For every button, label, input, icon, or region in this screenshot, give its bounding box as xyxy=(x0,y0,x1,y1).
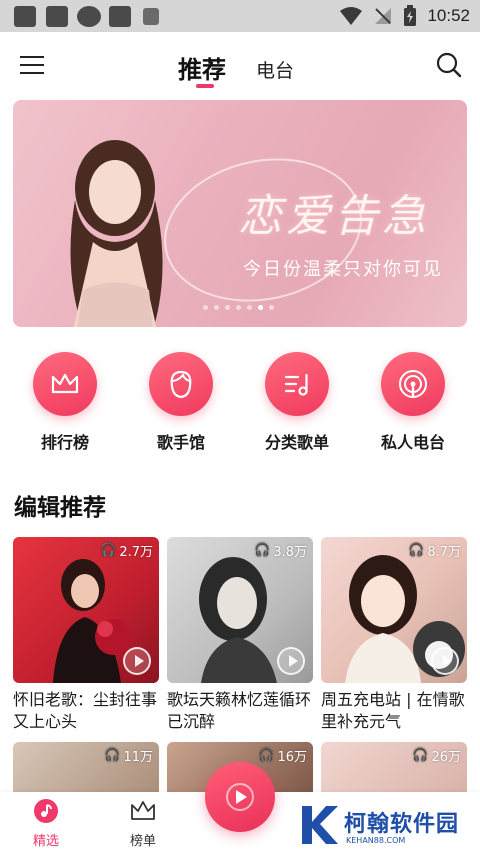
banner-pagination xyxy=(203,305,274,310)
singer-face-icon xyxy=(170,370,192,399)
entry-singers-label: 歌手馆 xyxy=(156,433,205,452)
play-count: 🎧 26万 xyxy=(412,748,461,765)
watermark-logo xyxy=(302,806,338,844)
pagination-dot xyxy=(203,305,208,310)
section-title: 编辑推荐 xyxy=(14,495,106,521)
nav-featured[interactable]: 精选 xyxy=(16,798,76,849)
entry-personal-radio-label: 私人电台 xyxy=(380,433,445,452)
pagination-dot xyxy=(225,305,230,310)
pagination-dot xyxy=(236,305,241,310)
play-count: 🎧 8.7万 xyxy=(408,543,461,560)
nav-charts-label: 榜单 xyxy=(129,834,156,849)
entry-playlists-label: 分类歌单 xyxy=(264,433,329,452)
play-count: 🎧 2.7万 xyxy=(100,543,153,560)
pagination-dot xyxy=(247,305,252,310)
status-bar: 10:52 xyxy=(0,0,480,32)
banner-portrait xyxy=(70,140,163,327)
search-icon[interactable] xyxy=(436,52,462,78)
signal-icon xyxy=(375,8,392,24)
tab-indicator xyxy=(196,84,214,88)
battery-icon xyxy=(404,5,417,26)
clock: 10:52 xyxy=(427,6,470,25)
playlist-cover: 🎧 2.7万 xyxy=(13,537,159,683)
top-nav: 推荐 电台 xyxy=(0,32,480,96)
tab-radio[interactable]: 电台 xyxy=(256,56,294,83)
playlist-cover: 🎧 3.8万 xyxy=(167,537,313,683)
music-note-icon xyxy=(34,799,58,823)
banner-title: 恋爱告急 xyxy=(238,191,430,242)
banner-subtitle: 今日份温柔只对你可见 xyxy=(243,259,443,280)
crown-icon xyxy=(131,801,155,820)
banner[interactable]: 恋爱告急 今日份温柔只对你可见 xyxy=(13,100,467,327)
tab-recommend[interactable]: 推荐 xyxy=(178,50,226,85)
crown-icon xyxy=(51,373,79,394)
radio-icon xyxy=(399,370,427,398)
headphones-icon: 🎧 xyxy=(258,748,275,763)
entry-personal-radio[interactable]: 私人电台 xyxy=(363,352,463,452)
now-playing-button[interactable] xyxy=(205,762,275,832)
headphones-icon: 🎧 xyxy=(100,543,117,558)
keyboard-icon xyxy=(143,8,159,25)
play-count: 🎧 16万 xyxy=(258,748,307,765)
play-icon[interactable] xyxy=(431,647,459,675)
headphones-icon: 🎧 xyxy=(254,543,271,558)
notification-icon xyxy=(109,6,131,27)
notification-icon xyxy=(14,6,36,27)
play-icon[interactable] xyxy=(123,647,151,675)
headphones-icon: 🎧 xyxy=(104,748,121,763)
entry-charts[interactable]: 排行榜 xyxy=(15,352,115,452)
play-count: 🎧 3.8万 xyxy=(254,543,307,560)
notification-icon xyxy=(46,6,68,27)
pagination-dot xyxy=(269,305,274,310)
nav-featured-label: 精选 xyxy=(32,834,59,849)
entry-singers[interactable]: 歌手馆 xyxy=(131,352,231,452)
wifi-icon xyxy=(340,7,363,25)
entry-charts-label: 排行榜 xyxy=(40,433,89,452)
playlist-card[interactable]: 🎧 8.7万 周五充电站 | 在情歌里补充元气 xyxy=(321,537,467,733)
playlist-title: 怀旧老歌：尘封往事又上心头 xyxy=(13,690,158,731)
playlist-cover: 🎧 8.7万 xyxy=(321,537,467,683)
watermark: 柯翰软件园 KEHAN88.COM xyxy=(298,800,473,850)
music-list-icon xyxy=(284,373,308,396)
playlist-title: 歌坛天籁林忆莲循环已沉醉 xyxy=(167,690,312,731)
pagination-dot xyxy=(214,305,219,310)
play-icon[interactable] xyxy=(277,647,305,675)
play-icon xyxy=(226,783,254,811)
nav-charts[interactable]: 榜单 xyxy=(113,798,173,849)
playlist-card[interactable]: 🎧 3.8万 歌坛天籁林忆莲循环已沉醉 xyxy=(167,537,313,733)
pagination-dot-active xyxy=(258,305,263,310)
headphones-icon: 🎧 xyxy=(408,543,425,558)
playlist-card[interactable]: 🎧 2.7万 怀旧老歌：尘封往事又上心头 xyxy=(13,537,159,733)
playlist-title: 周五充电站 | 在情歌里补充元气 xyxy=(321,690,465,731)
entry-playlists[interactable]: 分类歌单 xyxy=(247,352,347,452)
menu-icon[interactable] xyxy=(20,54,44,76)
play-count: 🎧 11万 xyxy=(104,748,153,765)
link-icon xyxy=(77,6,101,27)
headphones-icon: 🎧 xyxy=(412,748,429,763)
